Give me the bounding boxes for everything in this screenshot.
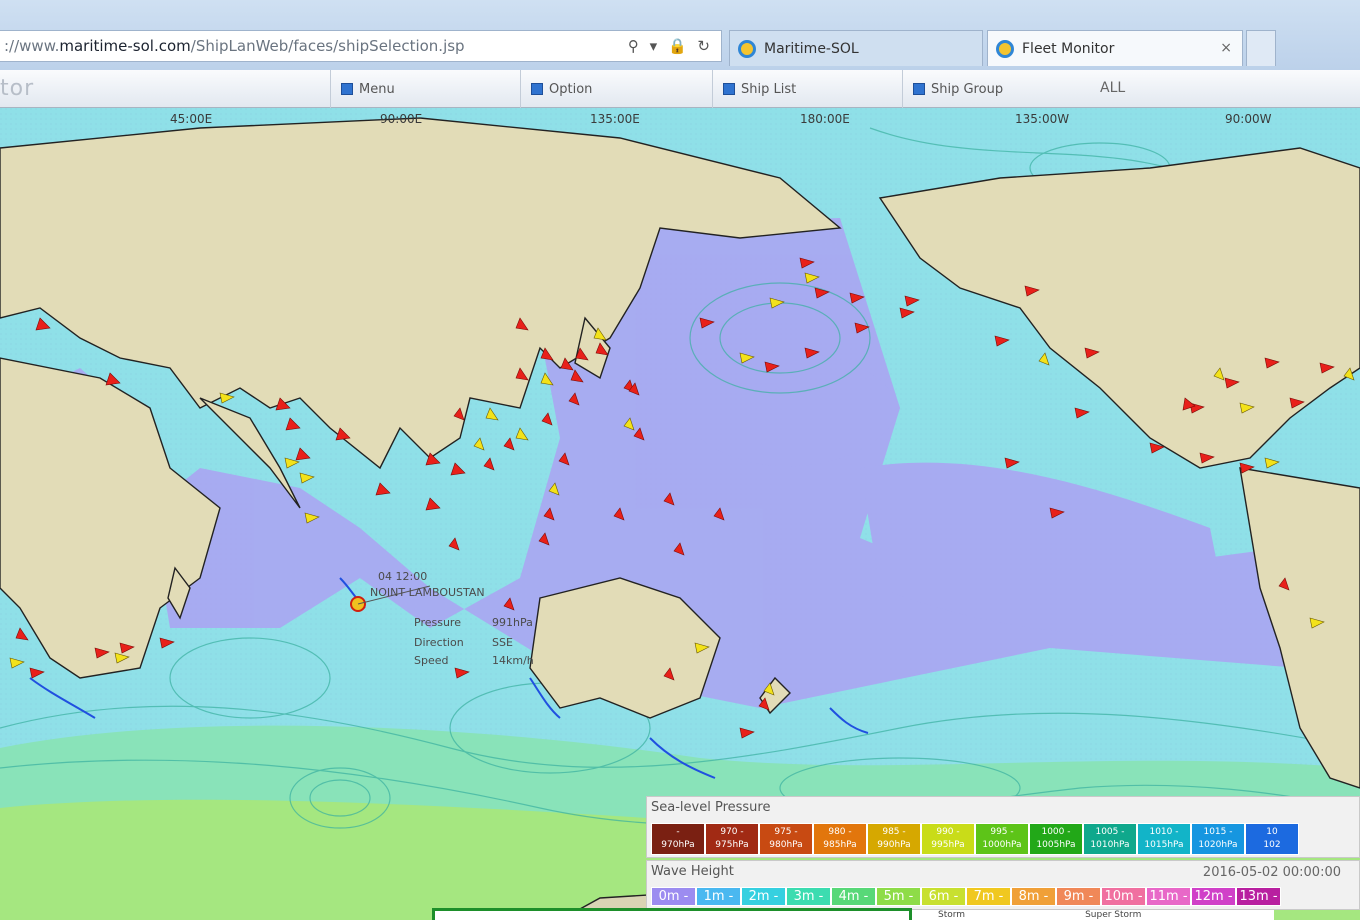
longitude-label: 135:00W — [1015, 112, 1070, 126]
pressure-legend-title: Sea-level Pressure — [651, 800, 771, 815]
longitude-label: 90:00E — [380, 112, 423, 126]
wave-bin: 10m - — [1101, 887, 1146, 906]
tab-label: Maritime-SOL — [764, 40, 859, 57]
forecast-datetime: 2016-05-02 00:00:00 — [1202, 865, 1341, 880]
ie-icon — [738, 39, 756, 58]
tab-maritime-sol[interactable]: Maritime-SOL — [729, 30, 983, 66]
ship-list-button[interactable]: Ship List — [712, 70, 902, 108]
wave-bin: 12m - — [1191, 887, 1236, 906]
wave-bin: 7m - — [966, 887, 1011, 906]
pressure-bin: 1015 - 1020hPa — [1191, 823, 1245, 855]
tab-label: Fleet Monitor — [1022, 40, 1115, 57]
wave-bin: 0m - — [651, 887, 696, 906]
pressure-legend: Sea-level Pressure - 970hPa 970 - 975hPa 9… — [646, 796, 1360, 858]
wave-bin: 1m - — [696, 887, 741, 906]
ship-group-label: Ship Group — [931, 81, 1004, 97]
storm-legend: Storm Super Storm — [912, 910, 1274, 920]
option-label: Option — [549, 81, 593, 97]
menu-button[interactable]: Menu — [330, 70, 520, 108]
pressure-bin: 1005 - 1010hPa — [1083, 823, 1137, 855]
wave-bins: 0m -1m -2m -3m -4m -5m -6m -7m -8m -9m -… — [651, 887, 1281, 906]
menu-icon — [341, 83, 353, 95]
menu-label: Menu — [359, 81, 395, 97]
pressure-bin: 975 - 980hPa — [759, 823, 813, 855]
browser-chrome: ://www. maritime-sol.com/ShipLanWeb/faces… — [0, 0, 1360, 70]
app-toolbar: tor Menu Option Ship List Ship Group ALL — [0, 70, 1360, 108]
storm-direction-label: Direction — [414, 636, 464, 649]
ie-icon — [996, 39, 1014, 58]
wave-bin: 4m - — [831, 887, 876, 906]
longitude-label: 180:00E — [800, 112, 850, 126]
super-storm-legend-label: Super Storm — [1085, 910, 1142, 920]
tab-fleet-monitor[interactable]: Fleet Monitor × — [987, 30, 1243, 66]
storm-name: NOINT LAMBOUSTAN — [370, 586, 485, 599]
storm-direction-value: SSE — [492, 636, 513, 649]
address-bar-icons[interactable]: ⚲ ▾ 🔒 ↻ — [628, 37, 713, 55]
info-panel — [432, 908, 912, 920]
wave-legend: Wave Height 2016-05-02 00:00:00 0m -1m -… — [646, 860, 1360, 910]
ship-group-value[interactable]: ALL — [1100, 80, 1125, 96]
pressure-bin: 1010 - 1015hPa — [1137, 823, 1191, 855]
longitude-label: 45:00E — [170, 112, 213, 126]
address-bar[interactable]: ://www. maritime-sol.com/ShipLanWeb/faces… — [0, 30, 722, 62]
url-prefix: ://www. — [4, 37, 60, 55]
storm-pressure-label: Pressure — [414, 616, 461, 629]
wave-bin: 6m - — [921, 887, 966, 906]
ship-group-icon — [913, 83, 925, 95]
storm-time: 04 12:00 — [378, 570, 428, 583]
pressure-bin: - 970hPa — [651, 823, 705, 855]
wave-bin: 8m - — [1011, 887, 1056, 906]
longitude-label: 135:00E — [590, 112, 640, 126]
wave-bin: 11m - — [1146, 887, 1191, 906]
pressure-bins: - 970hPa 970 - 975hPa 975 - 980hPa 980 - 98… — [651, 823, 1299, 855]
pressure-bin: 10 102 — [1245, 823, 1299, 855]
pressure-bin: 985 - 990hPa — [867, 823, 921, 855]
close-tab-icon[interactable]: × — [1220, 40, 1232, 56]
wave-bin: 3m - — [786, 887, 831, 906]
pressure-bin: 990 - 995hPa — [921, 823, 975, 855]
ship-list-icon — [723, 83, 735, 95]
storm-legend-label: Storm — [938, 910, 966, 920]
pressure-bin: 970 - 975hPa — [705, 823, 759, 855]
wave-bin: 9m - — [1056, 887, 1101, 906]
pressure-bin: 980 - 985hPa — [813, 823, 867, 855]
option-icon — [531, 83, 543, 95]
storm-speed-value: 14km/h — [492, 654, 534, 667]
url-path: /ShipLanWeb/faces/shipSelection.jsp — [190, 37, 465, 55]
app-title: tor — [0, 76, 35, 101]
storm-pressure-value: 991hPa — [492, 616, 533, 629]
option-button[interactable]: Option — [520, 70, 712, 108]
pressure-bin: 1000 - 1005hPa — [1029, 823, 1083, 855]
wave-legend-title: Wave Height — [651, 864, 734, 879]
pressure-bin: 995 - 1000hPa — [975, 823, 1029, 855]
ship-list-label: Ship List — [741, 81, 797, 97]
wave-bin: 2m - — [741, 887, 786, 906]
wave-bin: 5m - — [876, 887, 921, 906]
url-domain: maritime-sol.com — [59, 37, 191, 55]
storm-speed-label: Speed — [414, 654, 449, 667]
wave-bin: 13m - — [1236, 887, 1281, 906]
longitude-label: 90:00W — [1225, 112, 1272, 126]
new-tab-button[interactable] — [1246, 30, 1276, 66]
ship-group-button[interactable]: Ship Group — [902, 70, 1360, 108]
